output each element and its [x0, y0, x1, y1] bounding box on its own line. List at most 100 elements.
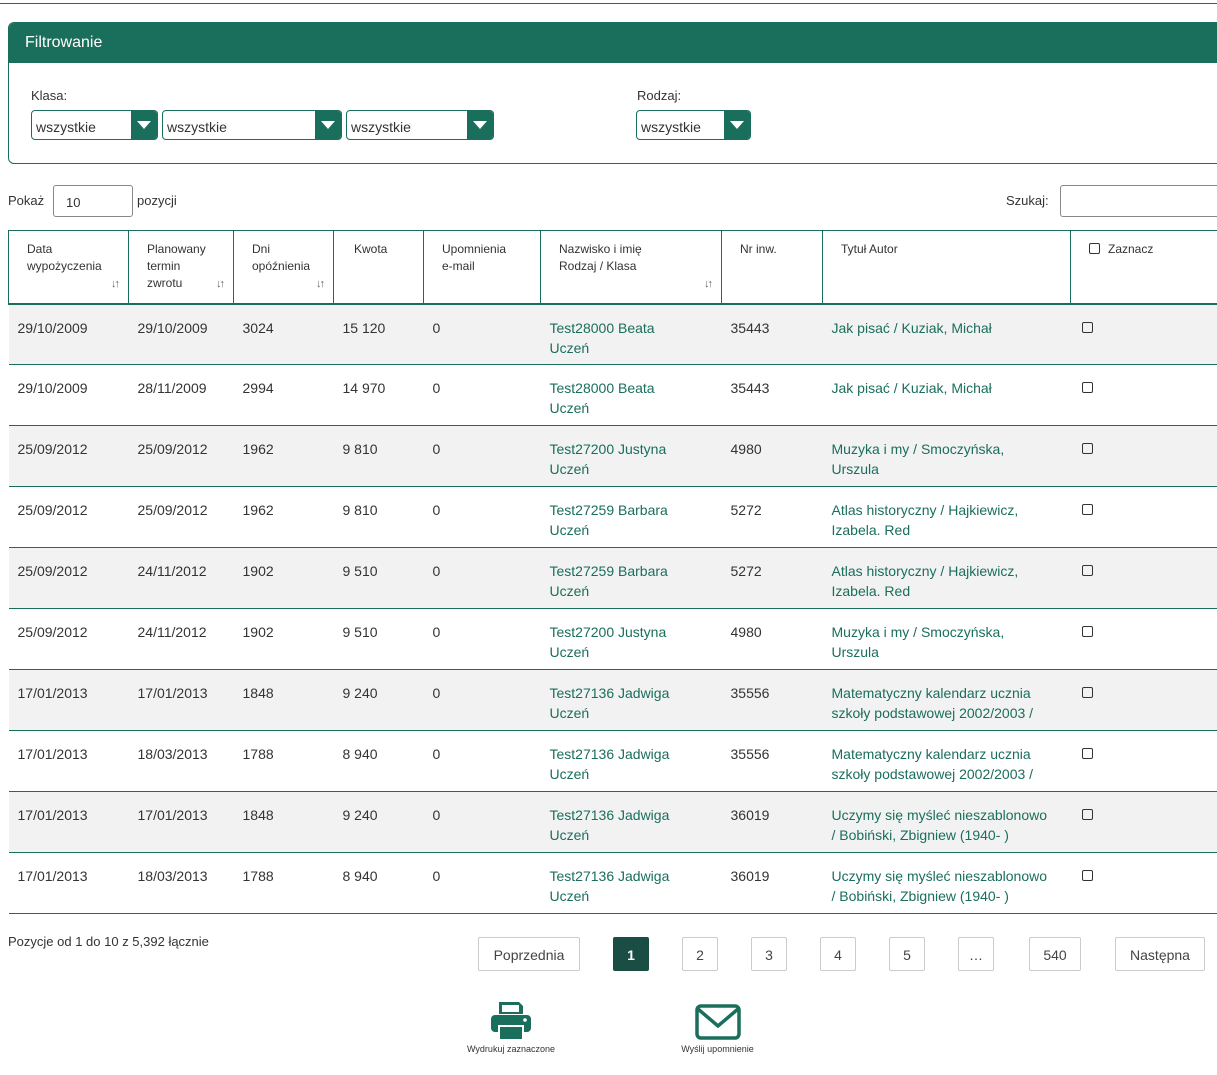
reader-type: Uczeń: [549, 400, 590, 416]
col-header-days[interactable]: Dni opóźnienia ↓↑: [233, 230, 334, 305]
cell-reader[interactable]: Test27136 Jadwiga Uczeń: [540, 791, 722, 853]
search-label: Szukaj:: [1006, 193, 1049, 208]
row-checkbox[interactable]: [1081, 504, 1093, 515]
row-checkbox[interactable]: [1081, 809, 1093, 820]
title-author-line1[interactable]: Uczymy się myśleć nieszablonowo: [832, 807, 1048, 823]
row-checkbox[interactable]: [1081, 382, 1093, 393]
rodzaj-select[interactable]: wszystkie: [636, 110, 751, 140]
rodzaj-label: Rodzaj:: [637, 88, 682, 103]
reader-name-link[interactable]: Test27259 Barbara: [550, 502, 668, 518]
klasa-select-2-value: wszystkie: [167, 119, 227, 135]
col-header-date[interactable]: Data wypożyczenia ↓↑: [8, 230, 129, 305]
reader-name-link[interactable]: Test27200 Justyna: [550, 441, 667, 457]
chevron-down-icon: [131, 111, 157, 139]
cell-reader[interactable]: Test27136 Jadwiga Uczeń: [540, 669, 722, 731]
cell-reader[interactable]: Test27200 Justyna Uczeń: [540, 608, 722, 670]
col-header-name[interactable]: Nazwisko i imię Rodzaj / Klasa ↓↑: [540, 230, 722, 305]
cell-reader[interactable]: Test28000 Beata Uczeń: [540, 303, 722, 365]
cell-reader[interactable]: Test27136 Jadwiga Uczeń: [540, 730, 722, 792]
cell-title[interactable]: Uczymy się myśleć nieszablonowo / Bobińsk…: [822, 791, 1071, 853]
search-input[interactable]: [1060, 185, 1217, 217]
cell-reader[interactable]: Test27136 Jadwiga Uczeń: [540, 852, 722, 914]
klasa-select-1[interactable]: wszystkie: [31, 110, 158, 140]
cell-title[interactable]: Jak pisać / Kuziak, Michał: [822, 303, 1071, 365]
title-author-line1[interactable]: Atlas historyczny / Hajkiewicz,: [832, 502, 1019, 518]
page-size-input[interactable]: 10: [53, 185, 133, 217]
reader-type: Uczeń: [549, 461, 590, 477]
cell-reader[interactable]: Test27259 Barbara Uczeń: [540, 486, 722, 548]
select-all-checkbox[interactable]: [1089, 243, 1100, 254]
cell-reminders: 0: [423, 669, 541, 731]
page-button-1[interactable]: 1: [613, 937, 649, 971]
title-author-line2[interactable]: Izabela. Red: [832, 583, 911, 599]
cell-reader[interactable]: Test28000 Beata Uczeń: [540, 364, 722, 426]
page-button-2[interactable]: 2: [682, 937, 718, 971]
page-button-3[interactable]: 3: [751, 937, 787, 971]
title-author-line1[interactable]: Jak pisać / Kuziak, Michał: [832, 320, 992, 336]
page-button-last[interactable]: 540: [1029, 937, 1081, 971]
cell-title[interactable]: Atlas historyczny / Hajkiewicz, Izabela. …: [822, 486, 1071, 548]
cell-title[interactable]: Muzyka i my / Smoczyńska, Urszula: [822, 425, 1071, 487]
cell-inv: 35443: [721, 303, 823, 365]
cell-days: 1788: [233, 730, 334, 792]
title-author-line2[interactable]: szkoły podstawowej 2002/2003 /: [832, 766, 1034, 782]
cell-title[interactable]: Muzyka i my / Smoczyńska, Urszula: [822, 608, 1071, 670]
row-checkbox[interactable]: [1081, 626, 1093, 637]
cell-amount: 9 810: [333, 486, 424, 548]
title-author-line2[interactable]: / Bobiński, Zbigniew (1940- ): [832, 888, 1009, 904]
cell-reader[interactable]: Test27200 Justyna Uczeń: [540, 425, 722, 487]
reader-name-link[interactable]: Test27200 Justyna: [550, 624, 667, 640]
title-author-line1[interactable]: Uczymy się myśleć nieszablonowo: [832, 868, 1048, 884]
cell-reader[interactable]: Test27259 Barbara Uczeń: [540, 547, 722, 609]
reader-name-link[interactable]: Test27136 Jadwiga: [550, 685, 670, 701]
row-checkbox[interactable]: [1081, 870, 1093, 881]
reader-name-link[interactable]: Test28000 Beata: [550, 380, 655, 396]
reader-name-link[interactable]: Test27259 Barbara: [550, 563, 668, 579]
cell-title[interactable]: Matematyczny kalendarz ucznia szkoły pods…: [822, 730, 1071, 792]
cell-reminders: 0: [423, 791, 541, 853]
cell-select: [1070, 486, 1217, 548]
title-author-line1[interactable]: Muzyka i my / Smoczyńska,: [832, 441, 1005, 457]
reader-name-link[interactable]: Test27136 Jadwiga: [550, 868, 670, 884]
row-checkbox[interactable]: [1081, 748, 1093, 759]
cell-title[interactable]: Uczymy się myśleć nieszablonowo / Bobińsk…: [822, 852, 1071, 914]
title-author-line2[interactable]: Urszula: [832, 644, 879, 660]
cell-amount: 9 510: [333, 547, 424, 609]
col-header-planned[interactable]: Planowany termin zwrotu ↓↑: [128, 230, 234, 305]
reader-name-link[interactable]: Test27136 Jadwiga: [550, 807, 670, 823]
reader-name-link[interactable]: Test28000 Beata: [550, 320, 655, 336]
prev-page-button[interactable]: Poprzednia: [478, 937, 580, 971]
title-author-line1[interactable]: Jak pisać / Kuziak, Michał: [832, 380, 992, 396]
table-row: 29/10/2009 29/10/2009 3024 15 120 0 Test28000…: [8, 303, 1217, 365]
title-author-line2[interactable]: Urszula: [832, 461, 879, 477]
next-page-button[interactable]: Następna: [1115, 937, 1205, 971]
title-author-line1[interactable]: Muzyka i my / Smoczyńska,: [832, 624, 1005, 640]
send-reminder-button[interactable]: Wyślij upomnienie: [670, 1000, 765, 1054]
title-author-line2[interactable]: / Bobiński, Zbigniew (1940- ): [832, 827, 1009, 843]
klasa-select-2[interactable]: wszystkie: [162, 110, 342, 140]
title-author-line2[interactable]: szkoły podstawowej 2002/2003 /: [832, 705, 1034, 721]
cell-days: 1902: [233, 547, 334, 609]
title-author-line1[interactable]: Matematyczny kalendarz ucznia: [832, 685, 1031, 701]
page-button-4[interactable]: 4: [820, 937, 856, 971]
table-row: 25/09/2012 24/11/2012 1902 9 510 0 Test27259 …: [8, 547, 1217, 609]
cell-title[interactable]: Atlas historyczny / Hajkiewicz, Izabela. …: [822, 547, 1071, 609]
cell-title[interactable]: Matematyczny kalendarz ucznia szkoły pods…: [822, 669, 1071, 731]
cell-inv: 35443: [721, 364, 823, 426]
cell-date: 25/09/2012: [8, 486, 129, 548]
cell-title[interactable]: Jak pisać / Kuziak, Michał: [822, 364, 1071, 426]
row-checkbox[interactable]: [1081, 443, 1093, 454]
row-checkbox[interactable]: [1081, 565, 1093, 576]
reader-name-link[interactable]: Test27136 Jadwiga: [550, 746, 670, 762]
row-checkbox[interactable]: [1081, 321, 1093, 333]
klasa-select-3[interactable]: wszystkie: [346, 110, 494, 140]
cell-date: 29/10/2009: [8, 303, 129, 365]
print-selected-button[interactable]: Wydrukuj zaznaczone: [455, 1000, 567, 1054]
title-author-line2[interactable]: Izabela. Red: [832, 522, 911, 538]
title-author-line1[interactable]: Atlas historyczny / Hajkiewicz,: [832, 563, 1019, 579]
row-checkbox[interactable]: [1081, 687, 1093, 698]
cell-planned: 18/03/2013: [128, 852, 234, 914]
title-author-line1[interactable]: Matematyczny kalendarz ucznia: [832, 746, 1031, 762]
cell-days: 1848: [233, 791, 334, 853]
page-button-5[interactable]: 5: [889, 937, 925, 971]
